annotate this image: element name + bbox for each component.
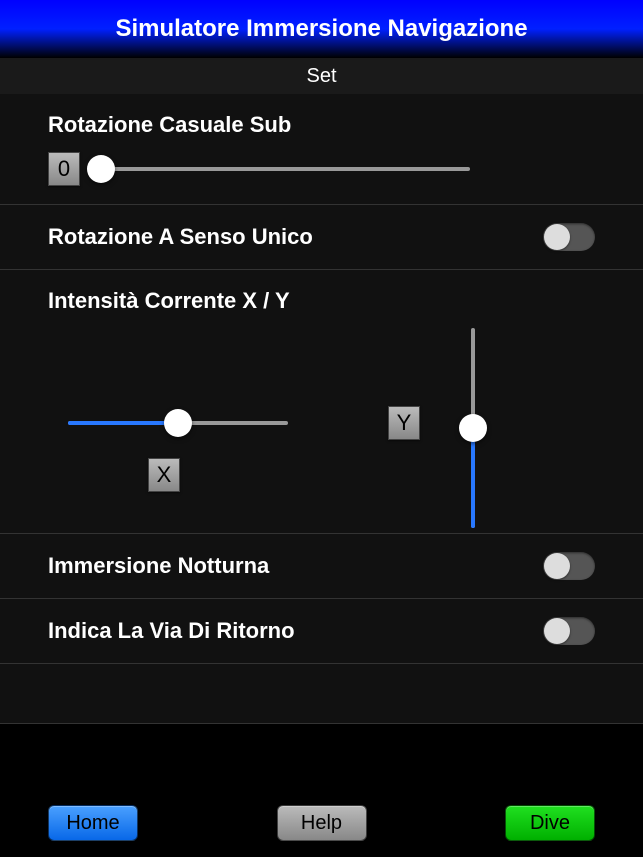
dive-button[interactable]: Dive [505, 805, 595, 841]
rotation-slider[interactable] [90, 154, 470, 184]
one-way-label: Rotazione A Senso Unico [48, 224, 313, 250]
intensity-x-fill [68, 421, 178, 425]
toggle-knob [544, 618, 570, 644]
app-title: Simulatore Immersione Navigazione [115, 15, 527, 43]
subtitle-text: Set [306, 65, 336, 88]
toggle-knob [544, 553, 570, 579]
help-button[interactable]: Help [277, 805, 367, 841]
title-bar: Simulatore Immersione Navigazione [0, 0, 643, 58]
night-dive-section: Immersione Notturna [0, 534, 643, 599]
night-dive-label: Immersione Notturna [48, 553, 269, 579]
intensity-y-slider[interactable] [458, 328, 488, 528]
way-back-section: Indica La Via Di Ritorno [0, 599, 643, 664]
night-dive-toggle[interactable] [543, 552, 595, 580]
home-button[interactable]: Home [48, 805, 138, 841]
empty-section [0, 664, 643, 724]
intensity-y-fill [471, 428, 475, 528]
intensity-x-slider[interactable] [68, 408, 288, 438]
intensity-y-thumb[interactable] [459, 414, 487, 442]
rotation-value-box: 0 [48, 152, 80, 186]
settings-content: Rotazione Casuale Sub 0 Rotazione A Sens… [0, 94, 643, 724]
intensity-section: Intensità Corrente X / Y X Y [0, 270, 643, 534]
way-back-toggle[interactable] [543, 617, 595, 645]
intensity-label: Intensità Corrente X / Y [48, 288, 595, 314]
bottom-bar: Home Help Dive [0, 789, 643, 857]
intensity-x-label-box: X [148, 458, 180, 492]
rotation-section: Rotazione Casuale Sub 0 [0, 94, 643, 205]
toggle-knob [544, 224, 570, 250]
one-way-section: Rotazione A Senso Unico [0, 205, 643, 270]
subtitle-bar: Set [0, 58, 643, 94]
intensity-y-label-box: Y [388, 406, 420, 440]
intensity-x-thumb[interactable] [164, 409, 192, 437]
rotation-label: Rotazione Casuale Sub [48, 112, 595, 138]
one-way-toggle[interactable] [543, 223, 595, 251]
rotation-slider-row: 0 [48, 152, 595, 186]
way-back-label: Indica La Via Di Ritorno [48, 618, 295, 644]
rotation-slider-thumb[interactable] [87, 155, 115, 183]
